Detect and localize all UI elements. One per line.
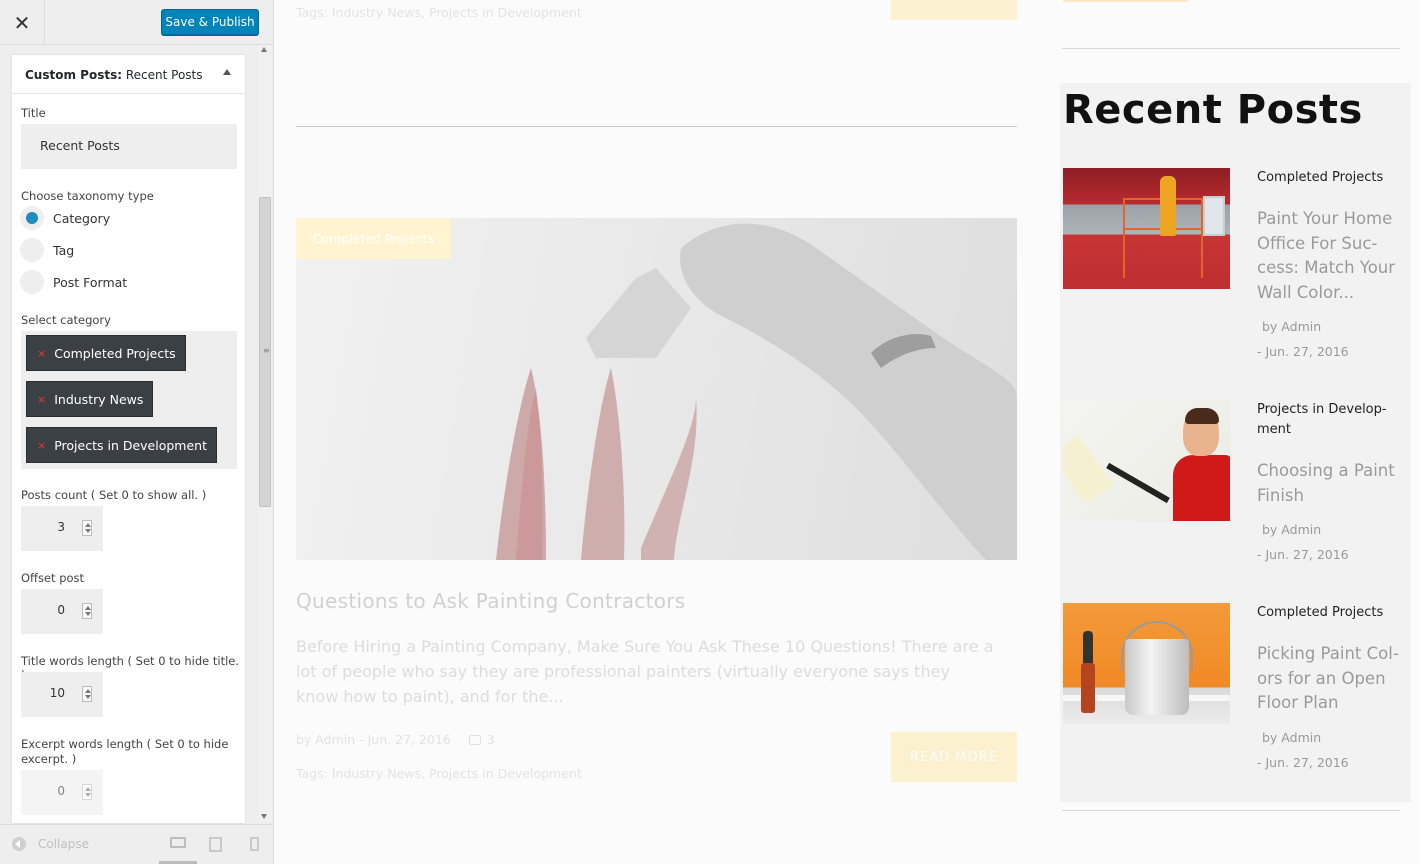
collapse-arrow-icon[interactable] (223, 69, 231, 75)
customizer-sidebar: ✕ Save & Publish Custom Posts: Recent Po… (0, 0, 274, 864)
widget-settings-panel: Custom Posts: Recent Posts Title Recent … (11, 54, 246, 824)
widget-divider (1062, 48, 1400, 49)
excerpt-words-input[interactable]: 0 (21, 770, 103, 815)
title-input[interactable]: Recent Posts (21, 124, 237, 169)
post-thumbnail[interactable] (1063, 603, 1230, 724)
panel-widget-name: Recent Posts (125, 68, 203, 82)
stepper-icon[interactable] (82, 520, 92, 536)
post-byline: by Admin - Jun. 27, 2016 (296, 732, 451, 747)
post-author[interactable]: by Admin (1262, 730, 1402, 745)
remove-icon[interactable]: × (37, 393, 46, 406)
radio-button-selected[interactable] (20, 206, 44, 230)
chip-label: Industry News (54, 391, 144, 407)
category-select[interactable]: × Completed Projects × Industry News × P… (21, 331, 237, 469)
title-label: Title (21, 106, 46, 120)
category-chip[interactable]: × Industry News (26, 381, 154, 417)
radio-tag[interactable]: Tag (20, 238, 74, 262)
taxonomy-label: Choose taxonomy type (21, 189, 154, 203)
offset-label: Offset post (21, 571, 85, 585)
panel-header[interactable]: Custom Posts: Recent Posts (12, 55, 245, 94)
excerpt-words-value: 0 (57, 784, 65, 798)
radio-label-tag: Tag (53, 242, 75, 258)
widget-title: Recent Posts (1063, 87, 1363, 133)
post-thumbnail[interactable] (1063, 168, 1230, 289)
radio-label-category: Category (53, 210, 111, 226)
post-meta: by Admin - Jun. 27, 2016 3 (296, 732, 495, 747)
post-tags[interactable]: Tags: Industry News, Projects in Develop… (296, 766, 582, 781)
scroll-down-icon[interactable] (261, 814, 267, 819)
category-label: Select category (21, 313, 111, 327)
posts-count-value: 3 (57, 520, 65, 534)
posts-count-input[interactable]: 3 (21, 506, 103, 551)
save-publish-button[interactable]: Save & Publish (161, 9, 259, 35)
radio-button[interactable] (20, 238, 44, 262)
recent-posts-widget: Recent Posts Completed Projects Paint Yo… (1060, 83, 1411, 802)
mobile-preview-icon[interactable] (250, 837, 259, 851)
stepper-icon[interactable] (82, 686, 92, 702)
read-more-button[interactable] (891, 0, 1017, 20)
radio-category[interactable]: Category (20, 206, 110, 230)
close-icon[interactable]: ✕ (0, 0, 45, 45)
radio-label-post-format: Post Format (53, 274, 128, 290)
widget-divider (1062, 810, 1400, 811)
featured-image[interactable] (296, 218, 1017, 560)
panel-section-label: Custom Posts: (25, 68, 123, 82)
remove-icon[interactable]: × (37, 439, 46, 452)
read-more-button[interactable]: READ MORE (891, 732, 1017, 782)
scroll-up-icon[interactable] (261, 47, 267, 52)
comment-count[interactable]: 3 (487, 732, 495, 747)
grip-icon: ≡ (263, 346, 270, 355)
post-date: - Jun. 27, 2016 (1257, 754, 1349, 770)
post-category[interactable]: Projects in Develop-ment (1257, 400, 1402, 440)
post-title[interactable]: Questions to Ask Painting Contractors (296, 589, 686, 613)
sidebar-header: ✕ Save & Publish (0, 0, 273, 45)
chip-label: Projects in Development (54, 437, 207, 453)
post-tags[interactable]: Tags: Industry News, Projects in Develop… (296, 5, 582, 20)
post-category[interactable]: Completed Projects (1257, 168, 1402, 188)
radio-post-format[interactable]: Post Format (20, 270, 127, 294)
post-thumbnail[interactable] (1063, 400, 1230, 521)
post-date: - Jun. 27, 2016 (1257, 344, 1349, 359)
remove-icon[interactable]: × (37, 347, 46, 360)
collapse-icon (12, 837, 26, 851)
offset-value: 0 (57, 603, 65, 617)
featured-image-art (496, 223, 1017, 560)
collapse-button[interactable]: Collapse (12, 837, 89, 851)
offset-input[interactable]: 0 (21, 589, 103, 634)
comment-icon (468, 734, 481, 745)
tablet-preview-icon[interactable] (209, 837, 222, 852)
post-date: - Jun. 27, 2016 (1257, 547, 1349, 562)
radio-button[interactable] (20, 270, 44, 294)
category-chip[interactable]: × Projects in Development (26, 427, 217, 463)
title-words-value: 10 (49, 686, 65, 700)
category-chip[interactable]: × Completed Projects (26, 335, 186, 371)
stepper-icon[interactable] (82, 603, 92, 619)
stepper-icon[interactable] (82, 784, 92, 800)
posts-count-label: Posts count ( Set 0 to show all. ) (21, 488, 207, 502)
post-author[interactable]: by Admin (1262, 319, 1402, 334)
post-author[interactable]: by Admin (1262, 522, 1402, 537)
chip-label: Completed Projects (54, 345, 176, 361)
sidebar-scrollbar[interactable]: ≡ (258, 45, 272, 822)
post-title[interactable]: Choosing a Paint Finish (1257, 459, 1402, 508)
collapse-label: Collapse (38, 837, 89, 851)
post-title[interactable]: Paint Your Home Office For Suc-cess: Mat… (1257, 207, 1402, 305)
post-divider (296, 126, 1017, 127)
post-excerpt: Before Hiring a Painting Company, Make S… (296, 637, 994, 706)
post-title[interactable]: Picking Paint Col-ors for an Open Floor … (1257, 642, 1402, 716)
post-category[interactable]: Completed Projects (1257, 603, 1402, 623)
desktop-preview-icon[interactable] (170, 837, 186, 848)
scrollbar-thumb[interactable]: ≡ (259, 197, 271, 507)
site-preview: Tags: Industry News, Projects in Develop… (274, 0, 1419, 864)
title-words-input[interactable]: 10 (21, 672, 103, 717)
accent-bar (1063, 0, 1188, 2)
sidebar-footer: Collapse (0, 824, 273, 864)
category-badge[interactable]: Completed Projects (296, 218, 451, 259)
excerpt-words-label: Excerpt words length ( Set 0 to hide exc… (21, 737, 229, 766)
